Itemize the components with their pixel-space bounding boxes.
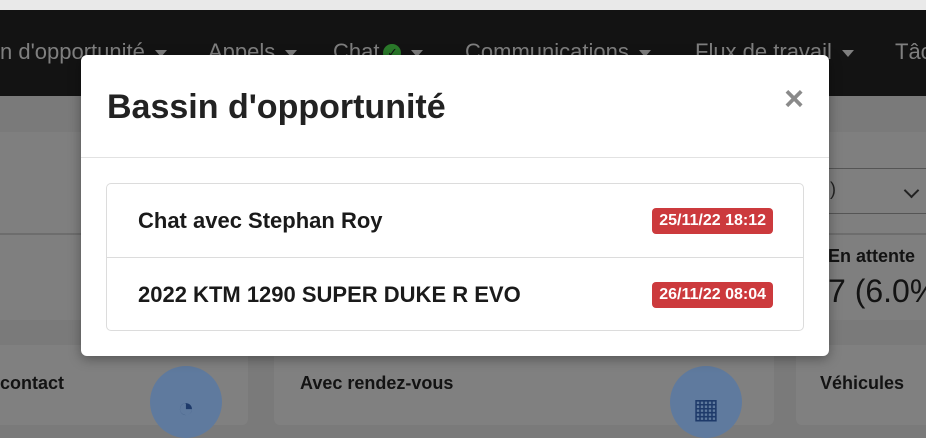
opportunity-list: Chat avec Stephan Roy 25/11/22 18:12 202… [106,183,804,331]
card-label: contact [0,373,65,393]
list-item[interactable]: 2022 KTM 1290 SUPER DUKE R EVO 26/11/22 … [107,258,803,331]
chevron-down-icon [903,182,920,199]
timestamp-badge: 26/11/22 08:04 [652,282,773,308]
opportunity-pool-modal: Bassin d'opportunité × Chat avec Stephan… [81,55,829,356]
browser-top-strip [0,0,926,10]
card-label: Avec rendez-vous [300,373,454,393]
modal-header: Bassin d'opportunité × [81,55,829,158]
gauge-icon: ◔ [150,366,222,438]
timestamp-badge: 25/11/22 18:12 [652,208,773,234]
list-item[interactable]: Chat avec Stephan Roy 25/11/22 18:12 [107,184,803,258]
calendar-icon: ▦ [670,366,742,438]
stat-value: 7 (6.0% [828,273,926,309]
nav-tasks[interactable]: Tâc [895,39,926,65]
modal-title: Bassin d'opportunité [107,88,446,126]
caret-down-icon [841,49,854,57]
item-label: 2022 KTM 1290 SUPER DUKE R EVO [138,282,521,307]
close-icon[interactable]: × [781,82,807,116]
nav-label: Tâc [895,39,926,64]
card-label: Véhicules [820,373,905,393]
item-label: Chat avec Stephan Roy [138,208,383,233]
stat-label: En attente [828,246,916,266]
